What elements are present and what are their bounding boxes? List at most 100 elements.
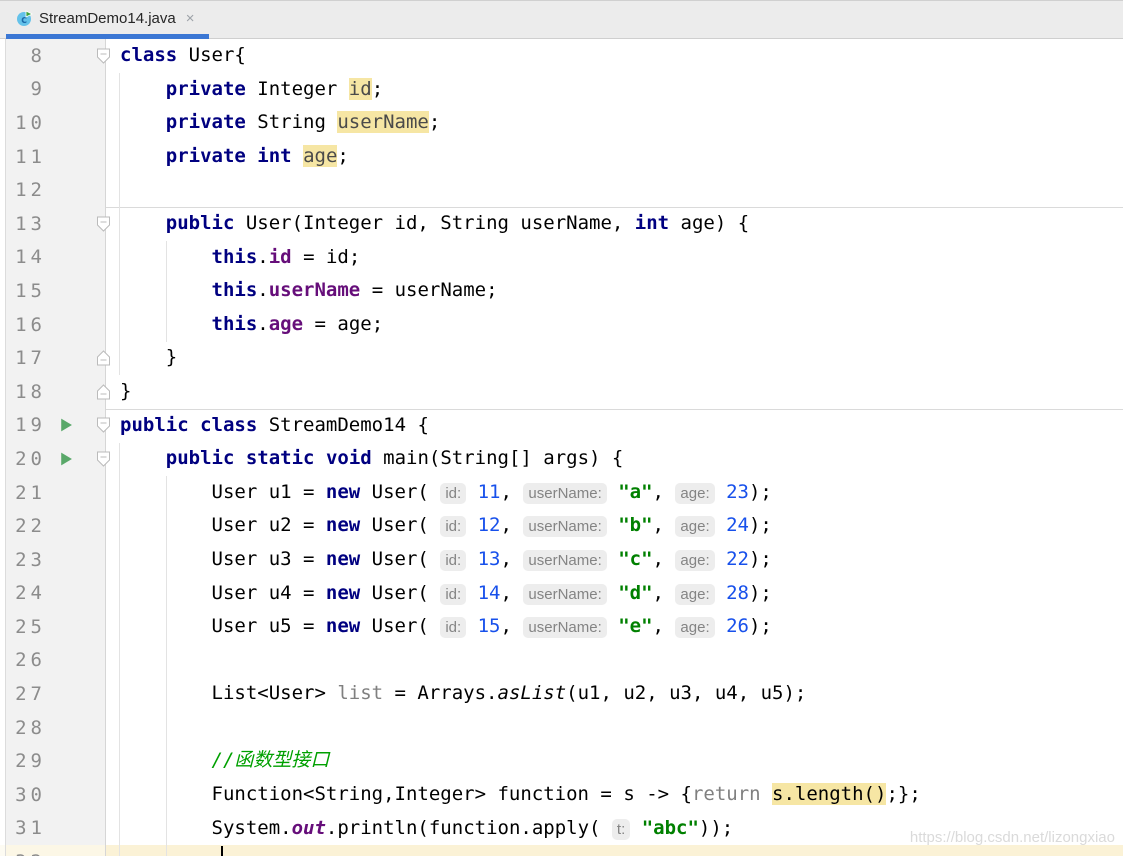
gutter[interactable]: 9	[0, 73, 106, 107]
gutter[interactable]: 16	[0, 308, 106, 342]
code-text[interactable]: private Integer id;	[106, 73, 1123, 107]
code-segment: //函数型接口	[212, 749, 330, 771]
code-text[interactable]: //函数型接口	[106, 744, 1123, 778]
line-number[interactable]: 26	[0, 649, 50, 671]
line-number[interactable]: 29	[0, 750, 50, 772]
gutter[interactable]: 15	[0, 274, 106, 308]
gutter[interactable]: 30	[0, 778, 106, 812]
line-number[interactable]: 31	[0, 817, 50, 839]
code-text[interactable]: User u3 = new User( id: 13, userName: "c…	[106, 543, 1123, 577]
text-cursor	[221, 846, 223, 856]
code-text[interactable]: List<User> list = Arrays.asList(u1, u2, …	[106, 677, 1123, 711]
gutter[interactable]: 10	[0, 106, 106, 140]
line-number[interactable]: 10	[0, 112, 50, 134]
code-segment: User u3 =	[120, 548, 326, 570]
code-line: 17 }	[0, 341, 1123, 375]
code-text[interactable]: this.id = id;	[106, 241, 1123, 275]
line-number[interactable]: 25	[0, 616, 50, 638]
code-text[interactable]	[106, 845, 1123, 856]
fold-end-icon[interactable]	[96, 383, 111, 400]
gutter[interactable]: 17	[0, 341, 106, 375]
code-text[interactable]: public static void main(String[] args) {	[106, 442, 1123, 476]
gutter[interactable]: 14	[0, 241, 106, 275]
gutter[interactable]: 31	[0, 812, 106, 846]
code-segment: User u1 =	[120, 481, 326, 503]
line-number[interactable]: 21	[0, 482, 50, 504]
code-text[interactable]: private String userName;	[106, 106, 1123, 140]
code-segment: );	[749, 582, 772, 604]
run-button-icon[interactable]	[58, 418, 73, 433]
code-text[interactable]: public class StreamDemo14 {	[106, 409, 1123, 443]
gutter[interactable]: 26	[0, 644, 106, 678]
fold-end-icon[interactable]	[96, 350, 111, 367]
line-number[interactable]: 18	[0, 381, 50, 403]
gutter[interactable]: 18	[0, 375, 106, 409]
line-number[interactable]: 23	[0, 549, 50, 571]
line-number[interactable]: 24	[0, 582, 50, 604]
gutter[interactable]: 12	[0, 173, 106, 207]
line-number[interactable]: 11	[0, 146, 50, 168]
line-number[interactable]: 30	[0, 784, 50, 806]
code-text[interactable]: private int age;	[106, 140, 1123, 174]
line-number[interactable]: 9	[0, 78, 50, 100]
fold-expanded-icon[interactable]	[96, 47, 111, 64]
gutter[interactable]: 8	[0, 39, 106, 73]
code-text[interactable]: User u2 = new User( id: 12, userName: "b…	[106, 509, 1123, 543]
line-number[interactable]: 8	[0, 45, 50, 67]
code-text[interactable]: }	[106, 341, 1123, 375]
code-editor[interactable]: 8 class User{ 9 private Integer id; 10 priv…	[0, 39, 1123, 856]
close-icon[interactable]: ×	[184, 10, 197, 27]
code-segment: public	[166, 447, 235, 469]
code-segment	[607, 514, 618, 536]
code-segment: User u2 =	[120, 514, 326, 536]
gutter[interactable]: 11	[0, 140, 106, 174]
gutter[interactable]: 23	[0, 543, 106, 577]
tab-streamdemo14[interactable]: c StreamDemo14.java ×	[6, 1, 209, 38]
run-button-icon[interactable]	[58, 451, 73, 466]
line-number[interactable]: 14	[0, 246, 50, 268]
code-text[interactable]: }	[106, 375, 1123, 409]
gutter[interactable]: 32	[0, 845, 106, 856]
line-number[interactable]: 19	[0, 414, 50, 436]
code-text[interactable]: User u4 = new User( id: 14, userName: "d…	[106, 577, 1123, 611]
gutter[interactable]: 25	[0, 610, 106, 644]
gutter[interactable]: 24	[0, 577, 106, 611]
code-segment: id:	[440, 516, 466, 537]
code-text[interactable]	[106, 711, 1123, 745]
fold-expanded-icon[interactable]	[96, 417, 111, 434]
line-number[interactable]: 13	[0, 213, 50, 235]
fold-expanded-icon[interactable]	[96, 215, 111, 232]
gutter[interactable]: 13	[0, 207, 106, 241]
gutter[interactable]: 19	[0, 409, 106, 443]
fold-expanded-icon[interactable]	[96, 450, 111, 467]
line-number[interactable]: 22	[0, 515, 50, 537]
line-number[interactable]: 27	[0, 683, 50, 705]
code-text[interactable]	[106, 173, 1123, 207]
code-text[interactable]: public User(Integer id, String userName,…	[106, 207, 1123, 241]
line-number[interactable]: 20	[0, 448, 50, 470]
line-number[interactable]: 32	[0, 851, 50, 856]
code-segment: this	[212, 279, 258, 301]
gutter[interactable]: 27	[0, 677, 106, 711]
gutter[interactable]: 29	[0, 744, 106, 778]
code-line: 13 public User(Integer id, String userNa…	[0, 207, 1123, 241]
line-number[interactable]: 12	[0, 179, 50, 201]
gutter[interactable]: 21	[0, 476, 106, 510]
line-number[interactable]: 17	[0, 347, 50, 369]
code-text[interactable]: Function<String,Integer> function = s ->…	[106, 778, 1123, 812]
code-segment: User(	[360, 615, 440, 637]
code-text[interactable]: this.userName = userName;	[106, 274, 1123, 308]
gutter[interactable]: 28	[0, 711, 106, 745]
code-text[interactable]: this.age = age;	[106, 308, 1123, 342]
code-segment: 28	[726, 582, 749, 604]
line-number[interactable]: 15	[0, 280, 50, 302]
code-text[interactable]	[106, 644, 1123, 678]
gutter[interactable]: 20	[0, 442, 106, 476]
indent-guide	[119, 443, 120, 856]
line-number[interactable]: 28	[0, 717, 50, 739]
code-text[interactable]: class User{	[106, 39, 1123, 73]
line-number[interactable]: 16	[0, 314, 50, 336]
code-text[interactable]: User u1 = new User( id: 11, userName: "a…	[106, 476, 1123, 510]
gutter[interactable]: 22	[0, 509, 106, 543]
code-text[interactable]: User u5 = new User( id: 15, userName: "e…	[106, 610, 1123, 644]
